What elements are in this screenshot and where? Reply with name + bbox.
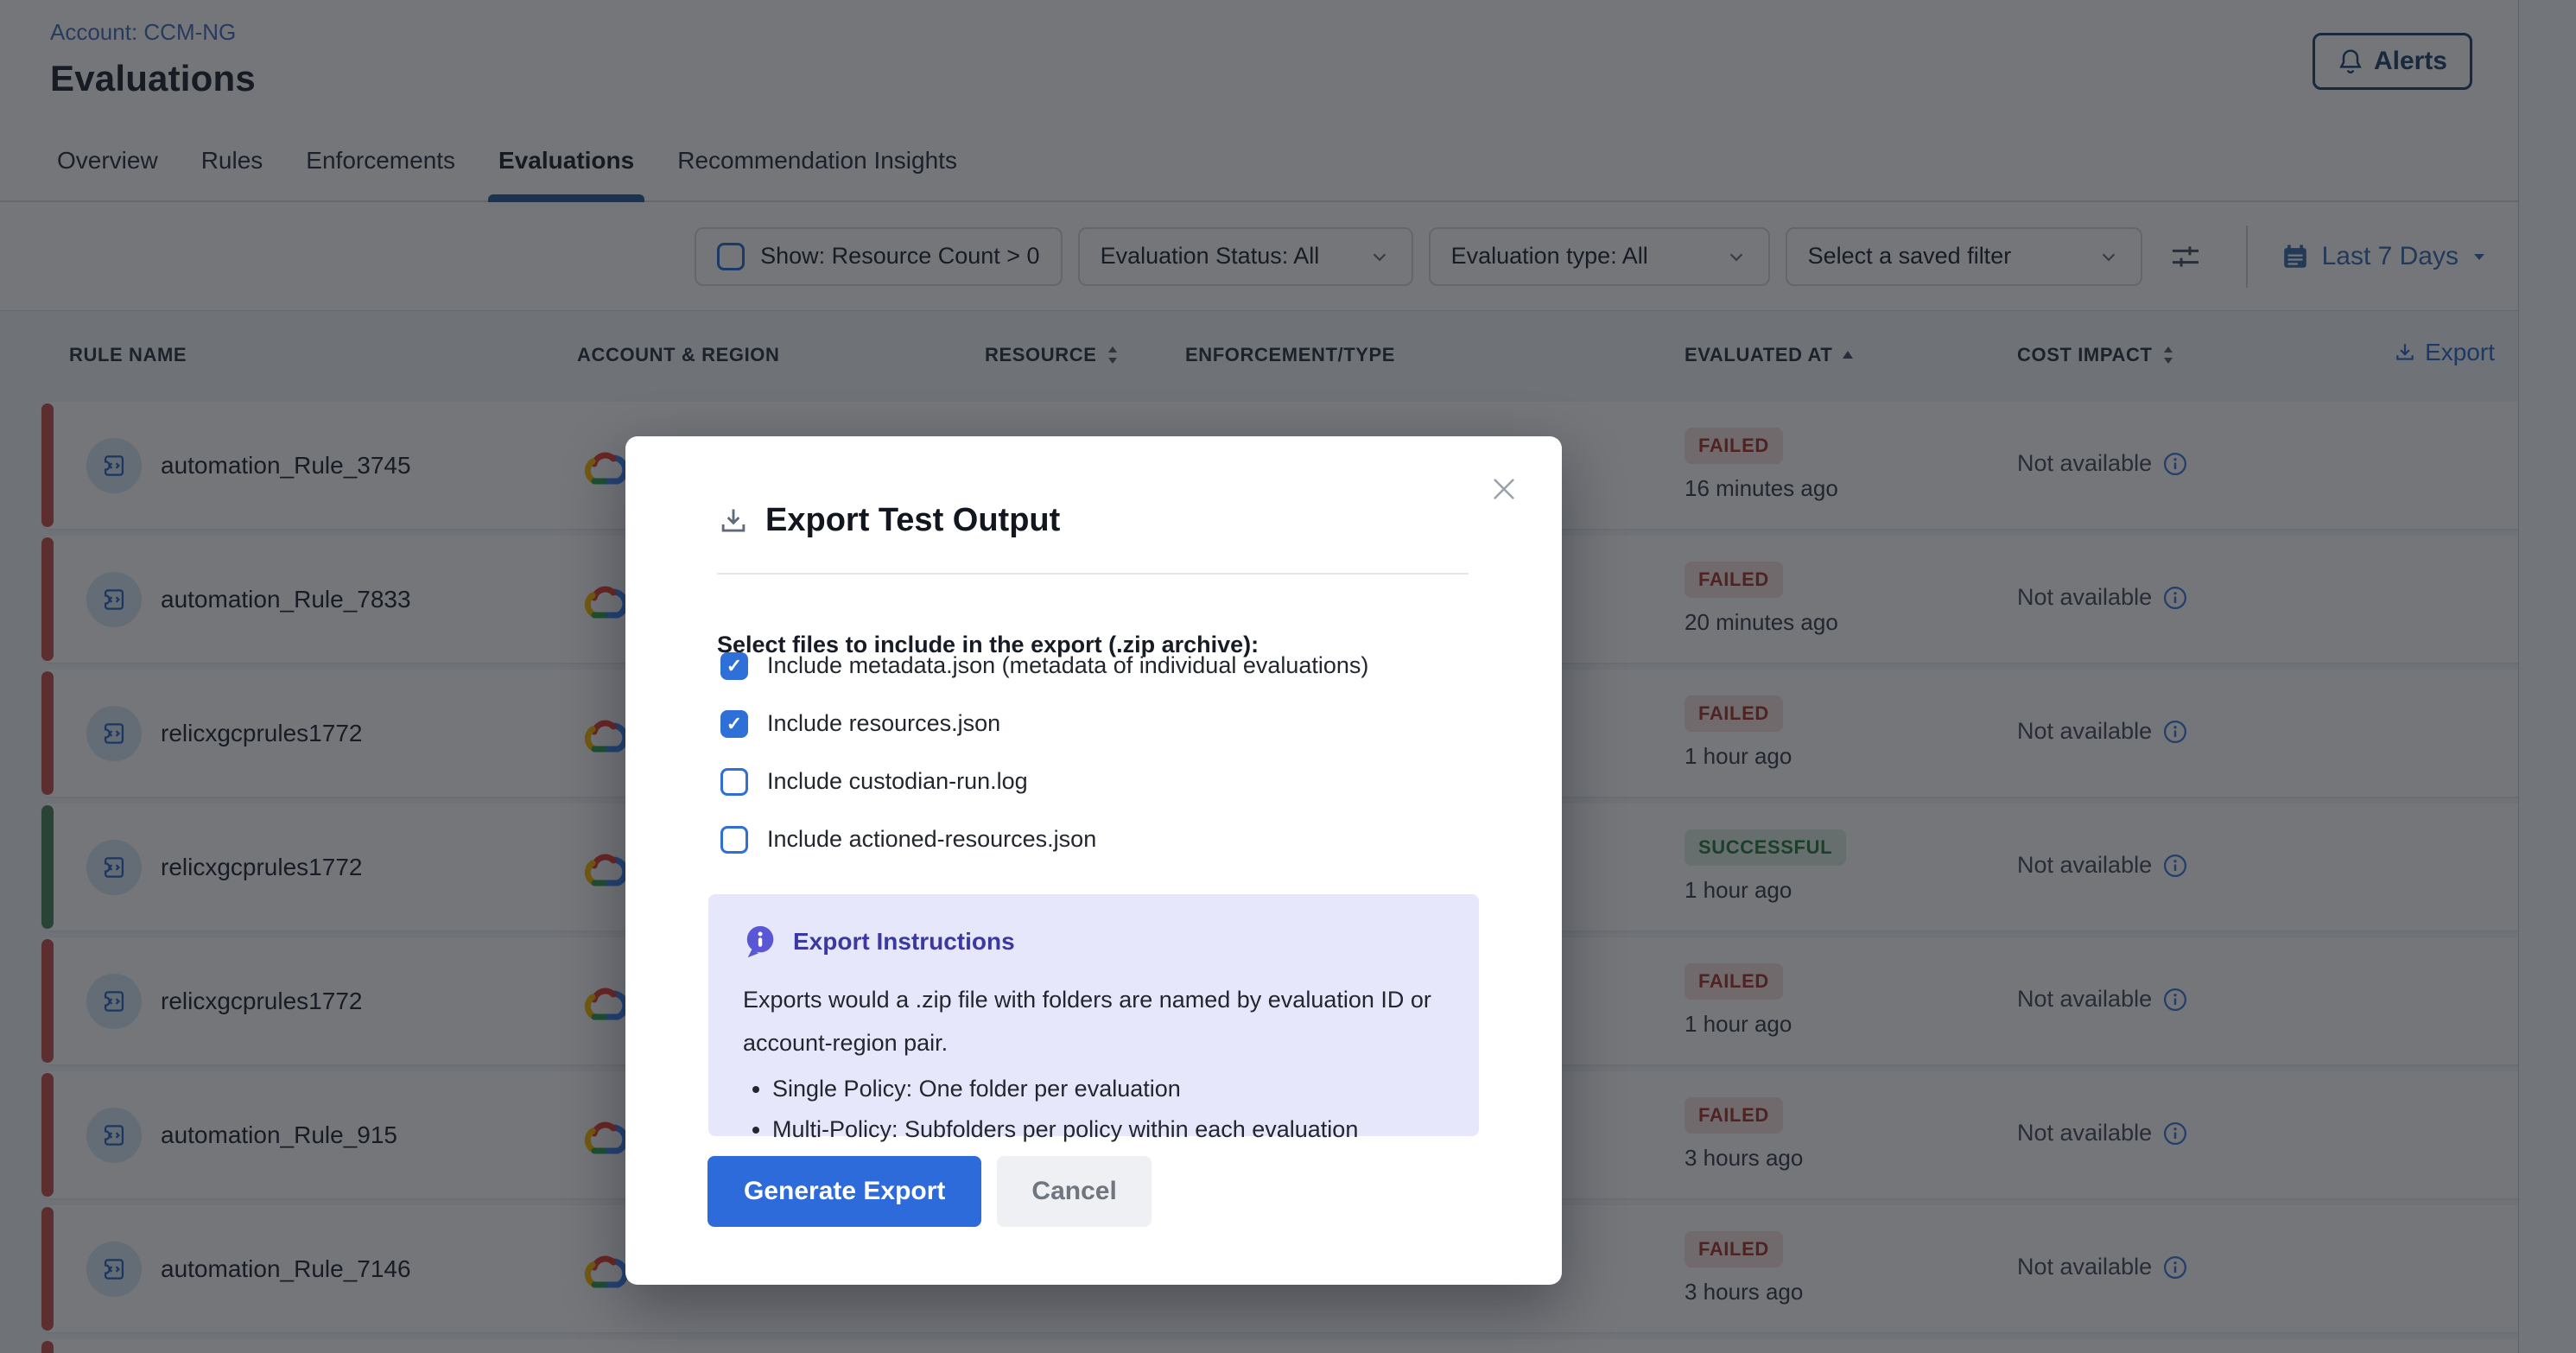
instructions-header: Export Instructions <box>743 924 1444 960</box>
checkbox[interactable] <box>720 710 748 738</box>
modal-actions: Generate Export Cancel <box>707 1156 1152 1227</box>
modal-options: Include metadata.json (metadata of indiv… <box>720 637 1368 868</box>
info-bubble-icon <box>743 924 779 960</box>
checkbox[interactable] <box>720 652 748 680</box>
export-file-option[interactable]: Include actioned-resources.json <box>720 810 1368 868</box>
instruction-bullet: Multi-Policy: Subfolders per policy with… <box>772 1109 1444 1150</box>
option-label: Include resources.json <box>767 710 1000 737</box>
instructions-body: Exports would a .zip file with folders a… <box>743 979 1443 1065</box>
option-label: Include actioned-resources.json <box>767 826 1096 853</box>
instruction-bullet: Single Policy: One folder per evaluation <box>772 1069 1444 1109</box>
option-label: Include custodian-run.log <box>767 768 1028 795</box>
download-icon <box>717 505 750 537</box>
cancel-button[interactable]: Cancel <box>997 1156 1151 1227</box>
export-modal: Export Test Output Select files to inclu… <box>625 436 1562 1285</box>
option-label: Include metadata.json (metadata of indiv… <box>767 652 1368 679</box>
instructions-title: Export Instructions <box>793 928 1015 956</box>
export-file-option[interactable]: Include resources.json <box>720 695 1368 753</box>
close-button[interactable] <box>1488 473 1522 507</box>
export-file-option[interactable]: Include metadata.json (metadata of indiv… <box>720 637 1368 695</box>
generate-export-button[interactable]: Generate Export <box>707 1156 981 1227</box>
export-file-option[interactable]: Include custodian-run.log <box>720 753 1368 810</box>
divider <box>717 573 1469 575</box>
checkbox[interactable] <box>720 768 748 796</box>
modal-title: Export Test Output <box>717 502 1060 539</box>
export-instructions-box: Export Instructions Exports would a .zip… <box>708 894 1479 1136</box>
checkbox[interactable] <box>720 826 748 854</box>
modal-title-text: Export Test Output <box>765 502 1060 539</box>
instructions-list: Single Policy: One folder per evaluation… <box>748 1069 1444 1151</box>
